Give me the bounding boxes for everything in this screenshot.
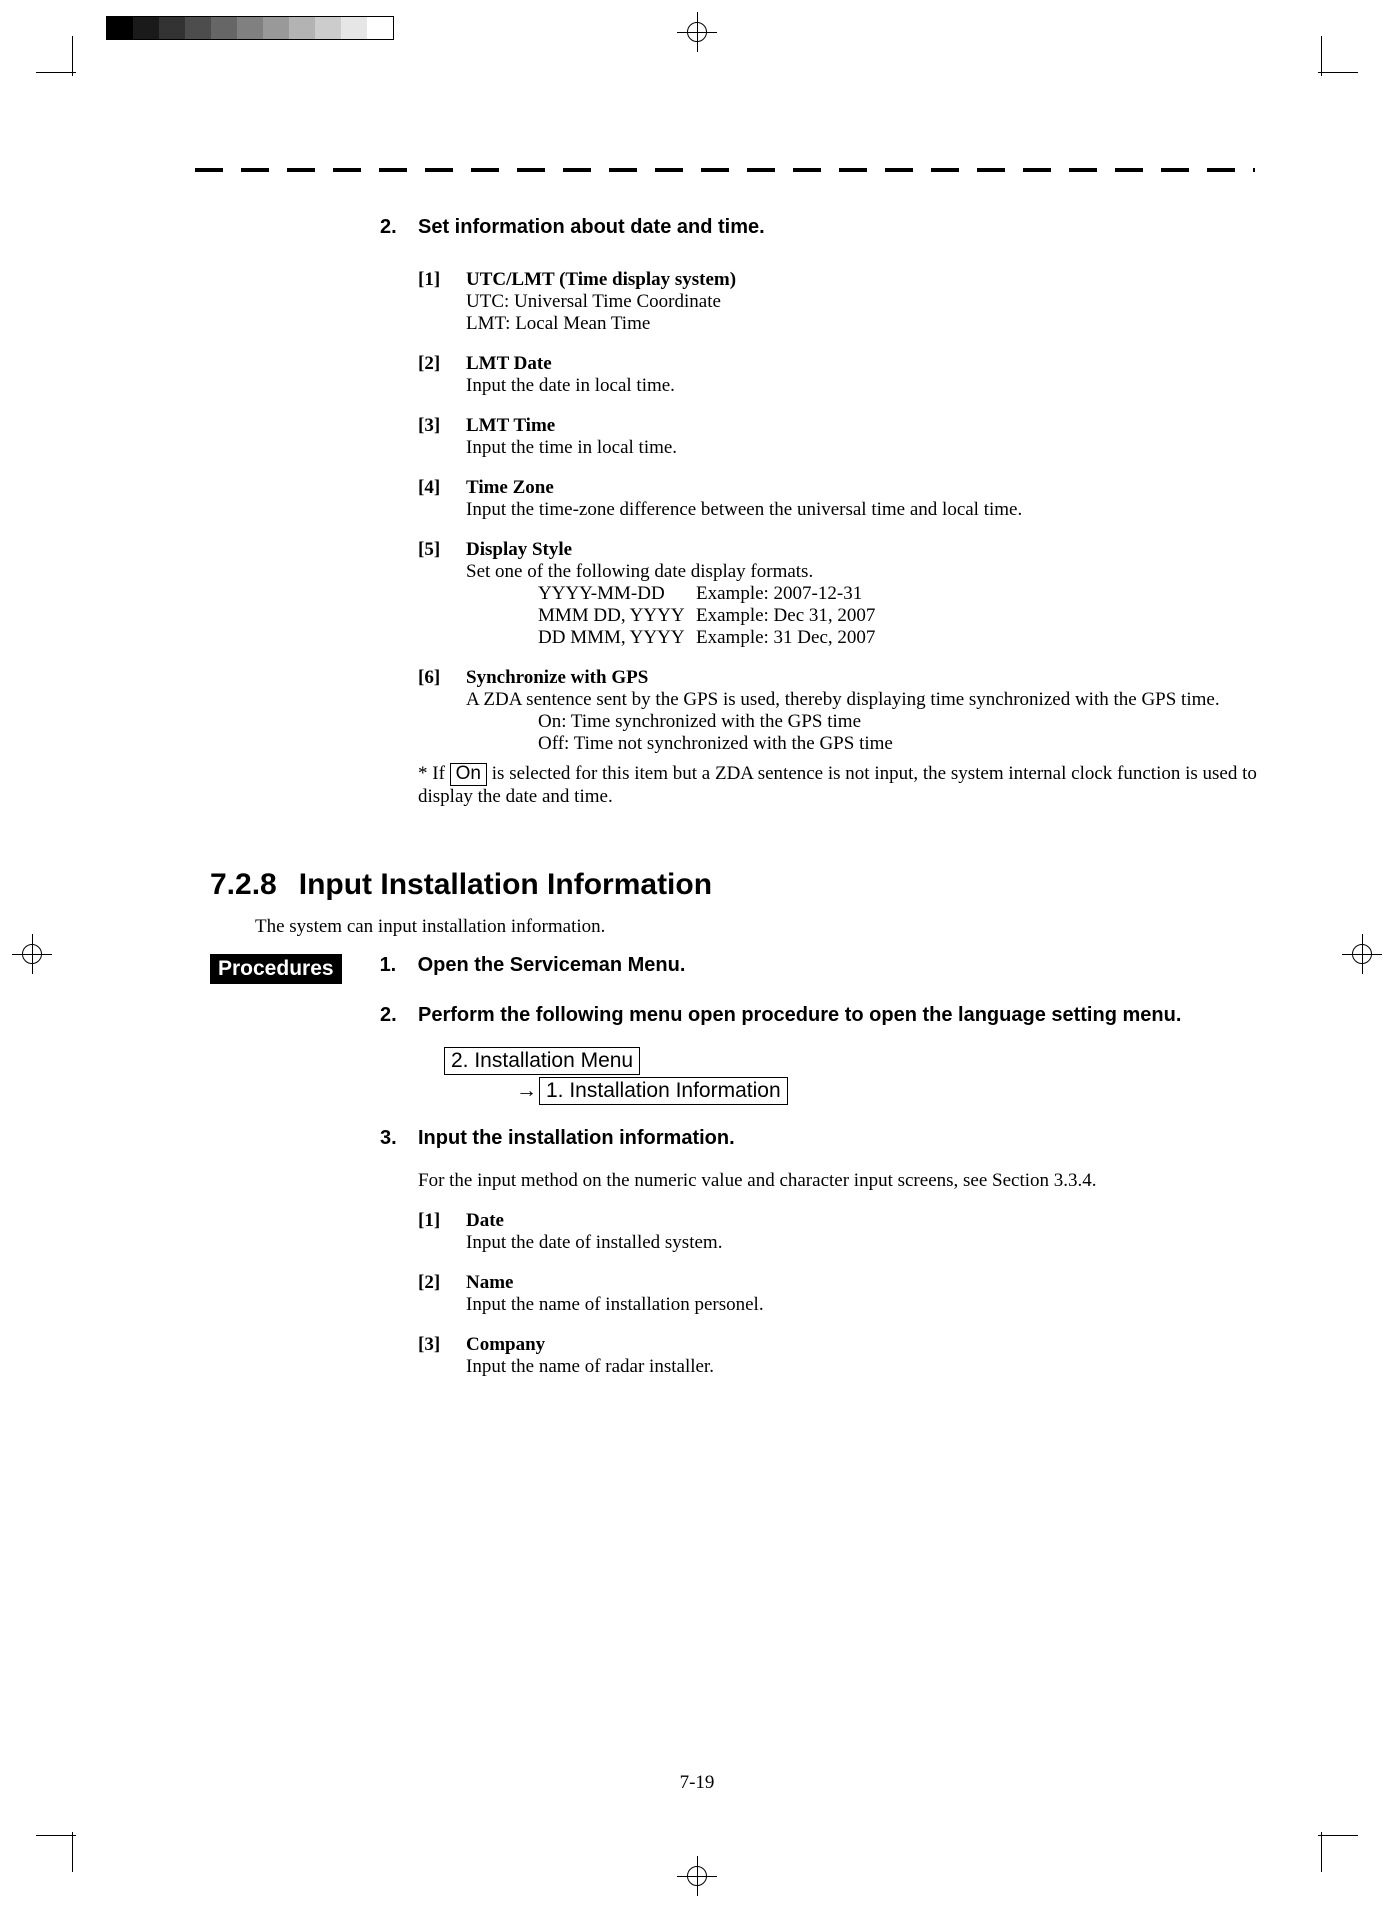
- input-method-note: For the input method on the numeric valu…: [418, 1170, 1264, 1192]
- procedures-label: Procedures: [210, 954, 342, 984]
- menu-installation-information: 1. Installation Information: [539, 1077, 788, 1105]
- item-utc-lmt: [1] UTC/LMT (Time display system) UTC: U…: [418, 269, 1264, 335]
- boxed-on-label: On: [450, 763, 487, 786]
- item-sync-gps: [6] Synchronize with GPS A ZDA sentence …: [418, 667, 1264, 755]
- procedures-row: Procedures 1. Open the Serviceman Menu.: [210, 954, 1264, 984]
- step-number: 2.: [380, 216, 418, 239]
- item-name: [2] Name Input the name of installation …: [418, 1272, 1264, 1316]
- proc-step-3: 3. Input the installation information.: [380, 1127, 1264, 1150]
- item-lmt-date: [2] LMT Date Input the date in local tim…: [418, 353, 1264, 397]
- note-zda-on: * If On is selected for this item but a …: [418, 763, 1264, 808]
- section-divider: [195, 168, 1255, 172]
- step-title: Set information about date and time.: [418, 216, 765, 239]
- section-intro: The system can input installation inform…: [255, 916, 1264, 938]
- item-display-style: [5] Display Style Set one of the followi…: [418, 539, 1264, 649]
- item-time-zone: [4] Time Zone Input the time-zone differ…: [418, 477, 1264, 521]
- menu-path: 2. Installation Menu →1. Installation In…: [444, 1047, 1264, 1105]
- item-company: [3] Company Input the name of radar inst…: [418, 1334, 1264, 1378]
- menu-installation-menu: 2. Installation Menu: [444, 1047, 640, 1075]
- item-date: [1] Date Input the date of installed sys…: [418, 1210, 1264, 1254]
- proc-step-2: 2. Perform the following menu open proce…: [380, 1004, 1264, 1027]
- page-number: 7-19: [0, 1772, 1394, 1794]
- item-lmt-time: [3] LMT Time Input the time in local tim…: [418, 415, 1264, 459]
- step-2-date-time: 2. Set information about date and time.: [380, 216, 1264, 239]
- arrow-icon: →: [516, 1079, 537, 1102]
- section-7-2-8-heading: 7.2.8Input Installation Information: [210, 868, 1264, 902]
